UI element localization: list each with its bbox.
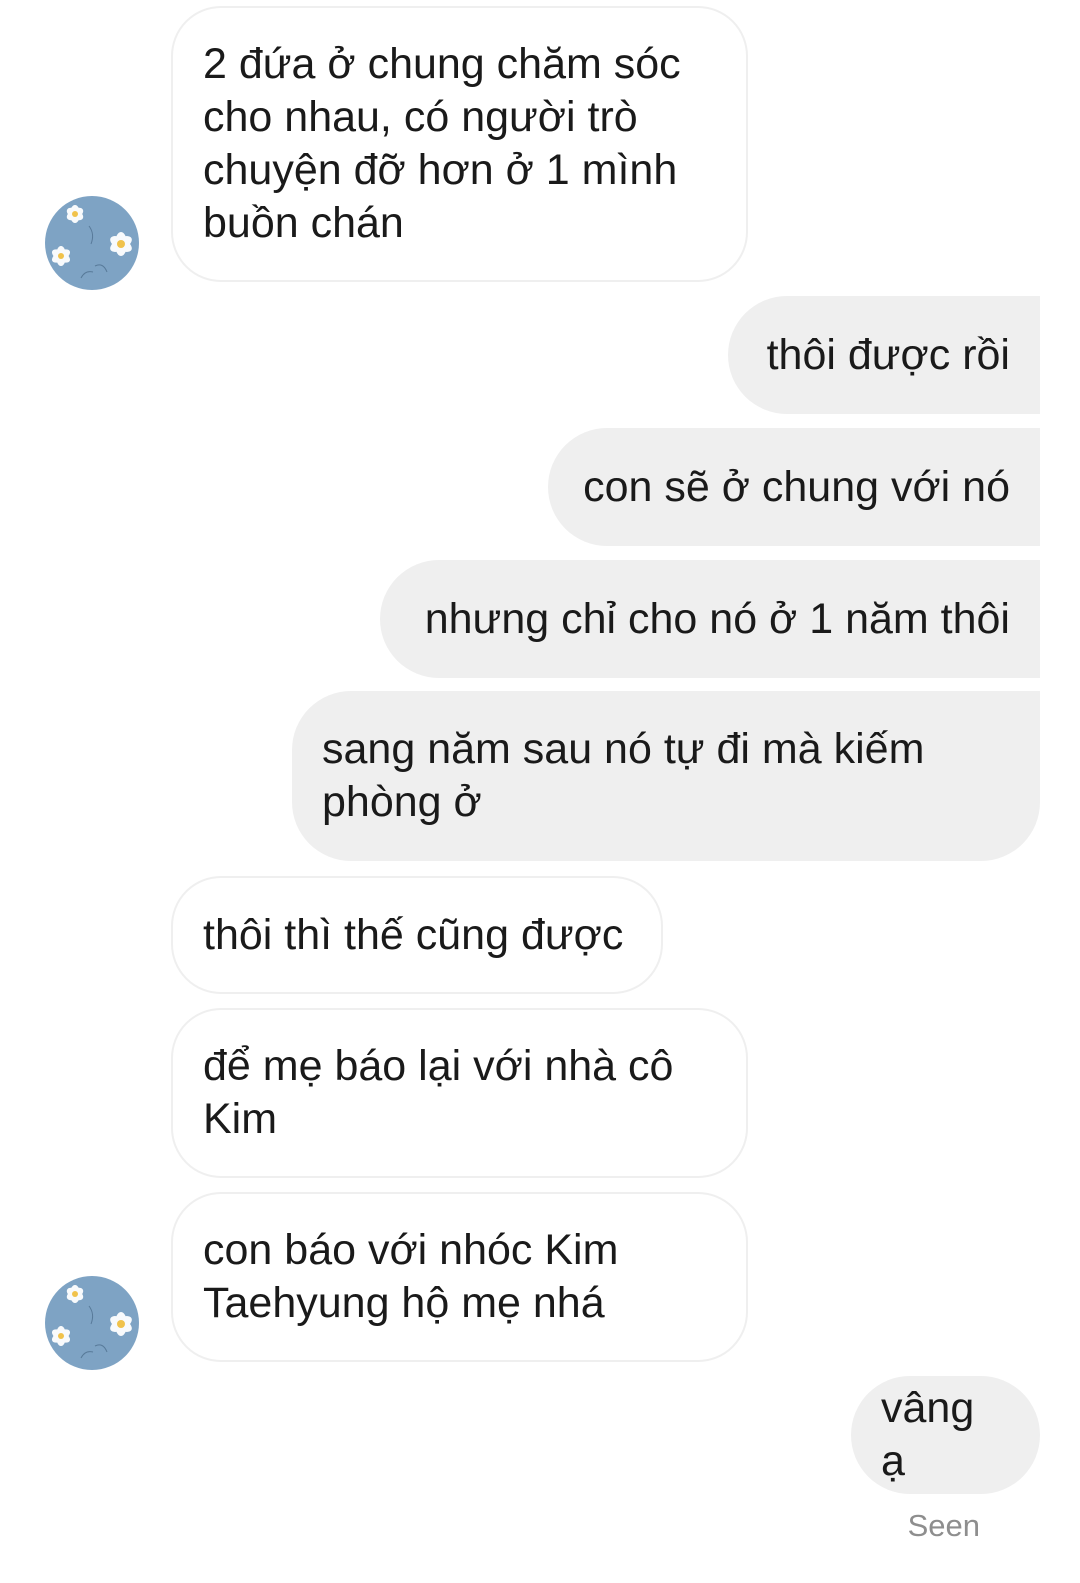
outgoing-message-bubble[interactable]: sang năm sau nó tự đi mà kiếm phòng ở (292, 691, 1040, 861)
contact-avatar[interactable] (45, 196, 139, 290)
message-text: con sẽ ở chung với nó (583, 462, 1010, 511)
contact-avatar[interactable] (45, 1276, 139, 1370)
incoming-message-bubble[interactable]: 2 đứa ở chung chăm sóc cho nhau, có ngườ… (171, 6, 748, 282)
outgoing-message-bubble[interactable]: vâng ạ (851, 1376, 1040, 1494)
floral-avatar-icon (45, 196, 139, 290)
message-text: 2 đứa ở chung chăm sóc cho nhau, có ngườ… (203, 40, 693, 247)
incoming-message-bubble[interactable]: thôi thì thế cũng được (171, 876, 663, 994)
outgoing-message-bubble[interactable]: thôi được rồi (728, 296, 1040, 414)
outgoing-message-bubble[interactable]: nhưng chỉ cho nó ở 1 năm thôi (380, 560, 1040, 678)
message-text: thôi thì thế cũng được (203, 910, 624, 959)
message-text: để mẹ báo lại với nhà cô Kim (203, 1042, 686, 1143)
message-text: sang năm sau nó tự đi mà kiếm phòng ở (322, 725, 937, 826)
chat-screen: { "conversation": { "messages": [ { "sen… (0, 0, 1080, 1583)
message-text: nhưng chỉ cho nó ở 1 năm thôi (424, 594, 1010, 643)
incoming-message-bubble[interactable]: để mẹ báo lại với nhà cô Kim (171, 1008, 748, 1178)
outgoing-message-bubble[interactable]: con sẽ ở chung với nó (548, 428, 1040, 546)
message-text: vâng ạ (881, 1384, 987, 1485)
message-text: thôi được rồi (766, 330, 1010, 379)
seen-status: Seen (907, 1508, 980, 1543)
message-text: con báo với nhóc Kim Taehyung hộ mẹ nhá (203, 1226, 630, 1327)
floral-avatar-icon (45, 1276, 139, 1370)
incoming-message-bubble[interactable]: con báo với nhóc Kim Taehyung hộ mẹ nhá (171, 1192, 748, 1362)
